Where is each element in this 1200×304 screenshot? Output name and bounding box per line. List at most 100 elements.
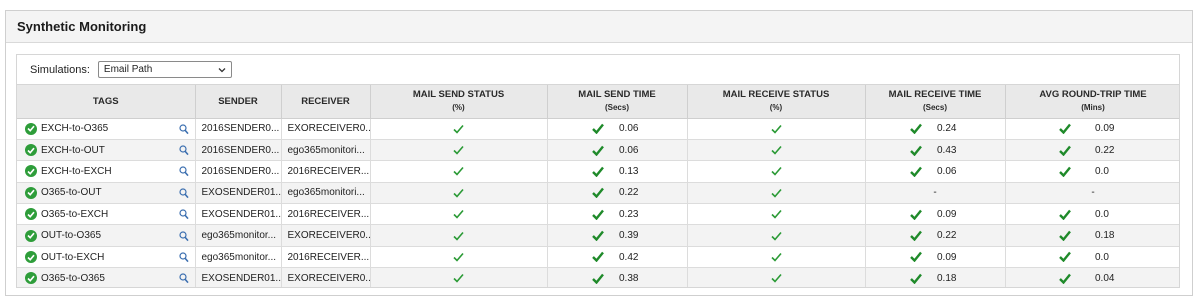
search-icon[interactable] <box>178 145 189 156</box>
mail-send-time-cell: 0.39 <box>547 224 688 247</box>
mail-receive-status-cell <box>687 203 866 226</box>
tag-link[interactable]: EXCH-to-EXCH <box>41 166 112 177</box>
table-row[interactable]: OUT-to-EXCH ego365monitor... 2016RECEIVE… <box>17 246 1179 269</box>
round-trip-time-cell: 0.0 <box>1005 203 1179 226</box>
round-trip-time-value: 0.0 <box>1095 251 1109 263</box>
table-row[interactable]: EXCH-to-EXCH 2016SENDER0... 2016RECEIVER… <box>17 160 1179 183</box>
search-icon[interactable] <box>178 124 189 135</box>
mail-receive-time-value: 0.24 <box>937 123 957 135</box>
sender-cell: 2016SENDER0... <box>195 139 282 162</box>
checkmark-icon <box>592 230 605 242</box>
search-icon[interactable] <box>178 231 189 242</box>
mail-receive-time-cell: - <box>865 182 1006 205</box>
column-header-avg-round-trip-time[interactable]: AVG ROUND-TRIP TIME (Mins) <box>1005 85 1179 119</box>
tag-link[interactable]: OUT-to-EXCH <box>41 252 104 263</box>
tag-link[interactable]: O365-to-O365 <box>41 273 105 284</box>
search-icon[interactable] <box>178 273 189 284</box>
mail-receive-status-cell <box>687 267 866 287</box>
round-trip-time-cell: 0.0 <box>1005 246 1179 269</box>
table-row[interactable]: O365-to-EXCH EXOSENDER01... 2016RECEIVER… <box>17 203 1179 226</box>
simulations-select[interactable]: Email Path <box>97 61 232 78</box>
tag-link[interactable]: O365-to-EXCH <box>41 209 108 220</box>
column-header-mail-send-time[interactable]: MAIL SEND TIME (Secs) <box>547 85 688 119</box>
tag-link[interactable]: EXCH-to-OUT <box>41 145 105 156</box>
column-header-receiver[interactable]: RECEIVER <box>281 85 371 119</box>
tag-cell: O365-to-O365 <box>17 267 196 287</box>
checkmark-icon <box>453 210 464 219</box>
column-header-tags[interactable]: TAGS <box>17 85 196 119</box>
mail-send-status-cell <box>370 267 548 287</box>
checkmark-icon <box>770 124 782 134</box>
simulation-table-container: Simulations: Email Path TAGS SENDER RECE… <box>16 54 1180 288</box>
checkmark-icon <box>592 273 605 284</box>
sender-cell: 2016SENDER0... <box>195 118 282 140</box>
tag-cell: EXCH-to-O365 <box>17 118 196 140</box>
column-header-mail-receive-time[interactable]: MAIL RECEIVE TIME (Secs) <box>865 85 1006 119</box>
round-trip-time-value: 0.18 <box>1095 230 1115 242</box>
check-circle-icon <box>25 186 37 199</box>
simulations-label: Simulations: <box>30 63 90 76</box>
table-row[interactable]: O365-to-OUT EXOSENDER01... ego365monitor… <box>17 182 1179 205</box>
receiver-cell: ego365monitori... <box>281 182 371 205</box>
tag-link[interactable]: O365-to-OUT <box>41 187 102 198</box>
mail-receive-time-value: 0.09 <box>937 251 957 263</box>
round-trip-time-value: 0.04 <box>1095 272 1115 284</box>
sender-cell: EXOSENDER01... <box>195 182 282 205</box>
tag-cell: O365-to-EXCH <box>17 203 196 226</box>
round-trip-time-cell: - <box>1005 182 1179 205</box>
checkmark-icon <box>910 145 923 156</box>
mail-receive-time-value: 0.22 <box>937 230 957 242</box>
receiver-cell: EXORECEIVER0... <box>281 118 371 140</box>
checkmark-icon <box>770 145 782 155</box>
checkmark-icon <box>453 124 464 134</box>
checkmark-icon <box>1059 145 1072 156</box>
checkmark-icon <box>453 167 464 177</box>
receiver-cell: 2016RECEIVER... <box>281 246 371 269</box>
sender-cell: 2016SENDER0... <box>195 160 282 183</box>
mail-receive-time-cell: 0.22 <box>865 224 1006 247</box>
mail-receive-time-cell: 0.09 <box>865 203 1006 226</box>
check-circle-icon <box>25 272 37 285</box>
panel-header: Synthetic Monitoring <box>6 11 1192 43</box>
checkmark-icon <box>592 188 605 199</box>
round-trip-time-value: 0.09 <box>1095 123 1115 135</box>
mail-send-time-value: 0.23 <box>619 208 639 220</box>
checkmark-icon <box>770 274 782 283</box>
tag-link[interactable]: OUT-to-O365 <box>41 230 101 241</box>
table-row[interactable]: EXCH-to-OUT 2016SENDER0... ego365monitor… <box>17 139 1179 162</box>
mail-send-time-value: 0.06 <box>619 123 639 135</box>
search-icon[interactable] <box>178 166 189 177</box>
mail-send-time-value: 0.06 <box>619 144 639 156</box>
tag-cell: EXCH-to-OUT <box>17 139 196 162</box>
search-icon[interactable] <box>178 209 189 220</box>
receiver-cell: 2016RECEIVER... <box>281 203 371 226</box>
column-header-mail-send-status[interactable]: MAIL SEND STATUS (%) <box>370 85 548 119</box>
table-row[interactable]: O365-to-O365 EXOSENDER01... EXORECEIVER0… <box>17 267 1179 287</box>
mail-receive-time-value: - <box>933 187 937 199</box>
mail-receive-time-value: 0.06 <box>937 165 957 177</box>
table-row[interactable]: OUT-to-O365 ego365monitor... EXORECEIVER… <box>17 224 1179 247</box>
table-row[interactable]: EXCH-to-O365 2016SENDER0... EXORECEIVER0… <box>17 118 1179 140</box>
tag-cell: OUT-to-O365 <box>17 224 196 247</box>
column-header-mail-receive-status[interactable]: MAIL RECEIVE STATUS (%) <box>687 85 866 119</box>
search-icon[interactable] <box>178 252 189 263</box>
search-icon[interactable] <box>178 188 189 199</box>
mail-receive-status-cell <box>687 118 866 140</box>
panel-title: Synthetic Monitoring <box>17 19 147 34</box>
checkmark-icon <box>453 252 464 262</box>
check-circle-icon <box>25 251 37 264</box>
tag-cell: O365-to-OUT <box>17 182 196 205</box>
tag-link[interactable]: EXCH-to-O365 <box>41 123 108 134</box>
checkmark-icon <box>770 252 782 262</box>
sender-cell: ego365monitor... <box>195 246 282 269</box>
mail-receive-time-cell: 0.09 <box>865 246 1006 269</box>
sender-cell: EXOSENDER01... <box>195 267 282 287</box>
results-table: TAGS SENDER RECEIVER MAIL SEND STATUS (%)… <box>17 85 1179 287</box>
mail-send-status-cell <box>370 182 548 205</box>
checkmark-icon <box>770 210 782 219</box>
checkmark-icon <box>770 188 782 198</box>
column-header-sender[interactable]: SENDER <box>195 85 282 119</box>
mail-send-time-value: 0.39 <box>619 230 639 242</box>
checkmark-icon <box>1059 166 1072 177</box>
checkmark-icon <box>1059 209 1072 220</box>
